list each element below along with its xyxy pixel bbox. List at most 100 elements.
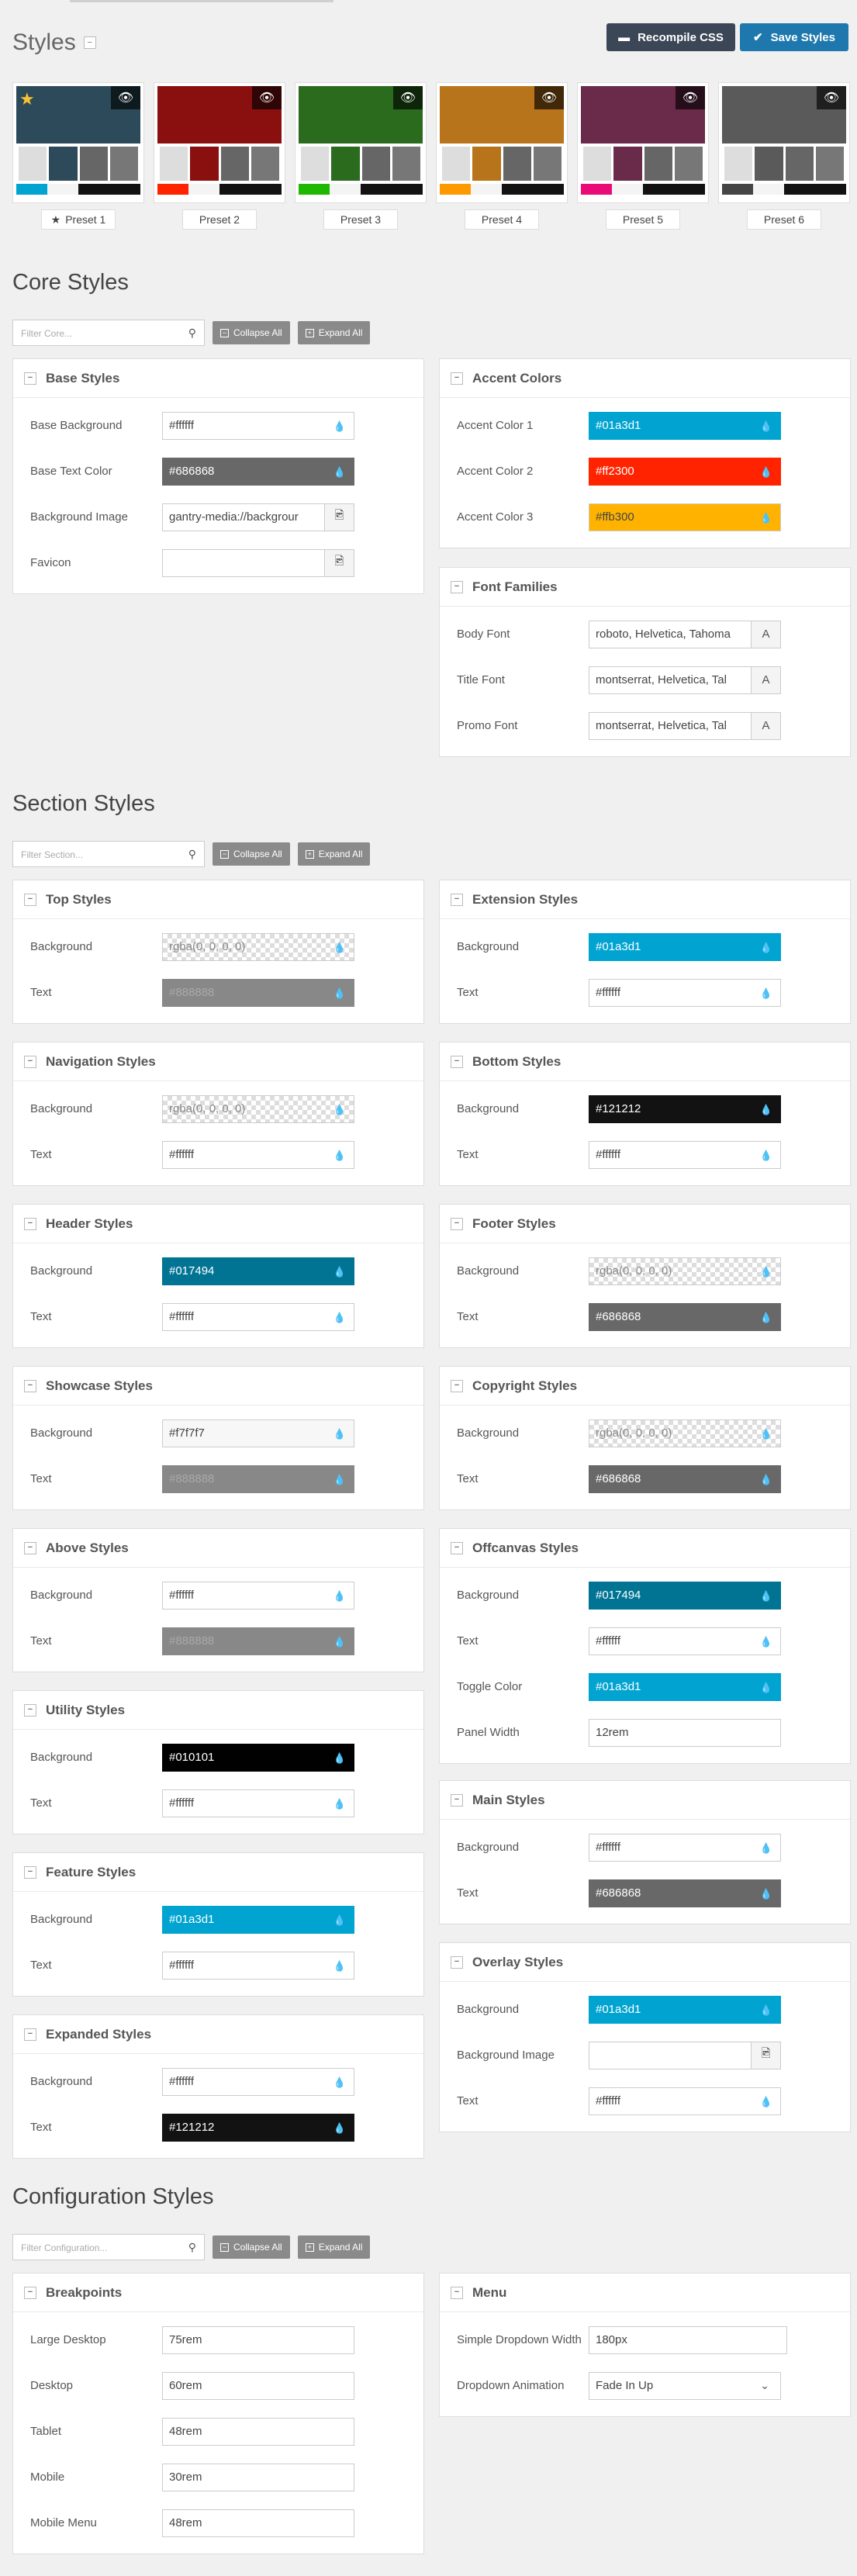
setting-field[interactable]: #01a3d1 💧 bbox=[589, 1995, 781, 2024]
setting-field[interactable]: #121212 💧 bbox=[162, 2113, 354, 2142]
color-drop-icon[interactable]: 💧 bbox=[760, 1636, 772, 1648]
color-drop-icon[interactable]: 💧 bbox=[333, 420, 346, 433]
card-header[interactable]: − Footer Styles bbox=[440, 1205, 850, 1243]
setting-field[interactable]: #888888 💧 bbox=[162, 978, 354, 1007]
preset-thumbnail[interactable]: ★ 👁 bbox=[12, 82, 144, 203]
setting-field[interactable]: #ffffff 💧 bbox=[162, 1140, 354, 1169]
collapse-all-button[interactable]: − Collapse All bbox=[213, 842, 290, 866]
setting-field[interactable]: #ffffff 💧 bbox=[589, 1833, 781, 1862]
card-header[interactable]: − Showcase Styles bbox=[13, 1367, 423, 1406]
card-header[interactable]: − Accent Colors bbox=[440, 359, 850, 398]
collapse-toggle-icon[interactable]: − bbox=[451, 372, 463, 385]
setting-field[interactable]: #01a3d1 💧 bbox=[589, 411, 781, 440]
preset-label[interactable]: Preset 2 bbox=[182, 209, 257, 230]
color-drop-icon[interactable]: 💧 bbox=[333, 1914, 346, 1927]
color-drop-icon[interactable]: 💧 bbox=[760, 1474, 772, 1486]
setting-field[interactable]: #686868 💧 bbox=[589, 1464, 781, 1493]
color-drop-icon[interactable]: 💧 bbox=[760, 2004, 772, 2017]
setting-field[interactable]: #ffffff 💧 bbox=[162, 1951, 354, 1980]
font-picker-icon[interactable]: A bbox=[751, 712, 780, 739]
setting-field[interactable]: #ffffff 💧 bbox=[589, 1140, 781, 1169]
eye-icon[interactable]: 👁 bbox=[252, 86, 282, 109]
color-drop-icon[interactable]: 💧 bbox=[333, 987, 346, 1000]
setting-field[interactable]: #686868 💧 bbox=[589, 1879, 781, 1907]
color-drop-icon[interactable]: 💧 bbox=[760, 466, 772, 479]
setting-field[interactable]: #ffffff 💧 bbox=[162, 411, 354, 440]
preset-card[interactable]: 👁 Preset 4 bbox=[436, 82, 568, 230]
setting-field[interactable]: #01a3d1 💧 bbox=[589, 1672, 781, 1701]
card-header[interactable]: − Navigation Styles bbox=[13, 1043, 423, 1081]
preset-card[interactable]: ★ 👁 ★ Preset 1 bbox=[12, 82, 144, 230]
setting-field[interactable]: #121212 💧 bbox=[589, 1094, 781, 1123]
eye-icon[interactable]: 👁 bbox=[817, 86, 846, 109]
setting-field[interactable]: #010101 💧 bbox=[162, 1743, 354, 1772]
card-header[interactable]: − Top Styles bbox=[13, 880, 423, 919]
setting-field[interactable]: #ffffff 💧 bbox=[589, 2087, 781, 2115]
collapse-toggle-icon[interactable]: − bbox=[451, 2286, 463, 2299]
font-picker-icon[interactable]: A bbox=[751, 621, 780, 648]
core-filter-input[interactable]: Filter Core... ⚲ bbox=[12, 320, 205, 346]
collapse-toggle-icon[interactable]: − bbox=[24, 1703, 36, 1717]
preset-card[interactable]: 👁 Preset 5 bbox=[577, 82, 709, 230]
color-drop-icon[interactable]: 💧 bbox=[760, 1266, 772, 1278]
collapse-toggle-icon[interactable]: − bbox=[83, 36, 96, 49]
collapse-toggle-icon[interactable]: − bbox=[451, 893, 463, 906]
card-header[interactable]: − Header Styles bbox=[13, 1205, 423, 1243]
color-drop-icon[interactable]: 💧 bbox=[333, 1150, 346, 1162]
preset-label[interactable]: Preset 5 bbox=[606, 209, 680, 230]
setting-field[interactable]: 60rem bbox=[162, 2371, 354, 2400]
collapse-toggle-icon[interactable]: − bbox=[24, 1055, 36, 1068]
collapse-toggle-icon[interactable]: − bbox=[451, 1379, 463, 1392]
card-header[interactable]: − Base Styles bbox=[13, 359, 423, 398]
setting-field[interactable]: 48rem bbox=[162, 2509, 354, 2537]
preset-thumbnail[interactable]: 👁 bbox=[718, 82, 850, 203]
setting-field[interactable]: #ff2300 💧 bbox=[589, 457, 781, 486]
setting-field[interactable]: #f7f7f7 💧 bbox=[162, 1419, 354, 1447]
save-styles-button[interactable]: ✔ Save Styles bbox=[740, 23, 848, 51]
collapse-toggle-icon[interactable]: − bbox=[451, 580, 463, 593]
collapse-toggle-icon[interactable]: − bbox=[24, 2286, 36, 2299]
collapse-toggle-icon[interactable]: − bbox=[451, 1793, 463, 1807]
card-header[interactable]: − Offcanvas Styles bbox=[440, 1529, 850, 1568]
preset-card[interactable]: 👁 Preset 6 bbox=[718, 82, 850, 230]
card-header[interactable]: − Breakpoints bbox=[13, 2273, 423, 2312]
setting-field[interactable]: 180px bbox=[589, 2325, 787, 2354]
color-drop-icon[interactable]: 💧 bbox=[333, 2076, 346, 2089]
color-drop-icon[interactable]: 💧 bbox=[333, 942, 346, 954]
preset-label[interactable]: Preset 4 bbox=[465, 209, 539, 230]
card-header[interactable]: − Font Families bbox=[440, 568, 850, 607]
font-picker-icon[interactable]: A bbox=[751, 666, 780, 693]
collapse-toggle-icon[interactable]: − bbox=[24, 2028, 36, 2041]
color-drop-icon[interactable]: 💧 bbox=[333, 466, 346, 479]
card-header[interactable]: − Bottom Styles bbox=[440, 1043, 850, 1081]
eye-icon[interactable]: 👁 bbox=[393, 86, 423, 109]
eye-icon[interactable]: 👁 bbox=[111, 86, 140, 109]
preset-thumbnail[interactable]: 👁 bbox=[295, 82, 427, 203]
card-header[interactable]: − Utility Styles bbox=[13, 1691, 423, 1730]
preset-label[interactable]: ★ Preset 1 bbox=[41, 209, 116, 230]
color-drop-icon[interactable]: 💧 bbox=[760, 420, 772, 433]
expand-all-button[interactable]: + Expand All bbox=[297, 2235, 371, 2259]
color-drop-icon[interactable]: 💧 bbox=[333, 1266, 346, 1278]
setting-field[interactable]: Fade In Up ⌄ bbox=[589, 2371, 781, 2400]
collapse-toggle-icon[interactable]: − bbox=[24, 893, 36, 906]
collapse-all-button[interactable]: − Collapse All bbox=[213, 321, 290, 344]
setting-field[interactable]: 12rem bbox=[589, 1718, 781, 1747]
color-drop-icon[interactable]: 💧 bbox=[333, 1474, 346, 1486]
preset-card[interactable]: 👁 Preset 3 bbox=[295, 82, 427, 230]
collapse-toggle-icon[interactable]: − bbox=[24, 1217, 36, 1230]
image-picker-icon[interactable]: 🖻 bbox=[751, 2042, 780, 2069]
color-drop-icon[interactable]: 💧 bbox=[333, 1590, 346, 1603]
color-drop-icon[interactable]: 💧 bbox=[333, 1312, 346, 1324]
color-drop-icon[interactable]: 💧 bbox=[760, 1428, 772, 1440]
setting-field[interactable]: #ffffff 💧 bbox=[589, 1627, 781, 1655]
image-picker-icon[interactable]: 🖻 bbox=[324, 503, 354, 531]
collapse-toggle-icon[interactable]: − bbox=[24, 1865, 36, 1879]
color-drop-icon[interactable]: 💧 bbox=[760, 1888, 772, 1900]
card-header[interactable]: − Above Styles bbox=[13, 1529, 423, 1568]
card-header[interactable]: − Menu bbox=[440, 2273, 850, 2312]
color-drop-icon[interactable]: 💧 bbox=[760, 1842, 772, 1855]
setting-field[interactable]: rgba(0, 0, 0, 0) 💧 bbox=[162, 1094, 354, 1123]
image-picker-icon[interactable]: 🖻 bbox=[324, 549, 354, 576]
setting-field[interactable]: roboto, Helvetica, Tahoma A bbox=[589, 620, 781, 648]
